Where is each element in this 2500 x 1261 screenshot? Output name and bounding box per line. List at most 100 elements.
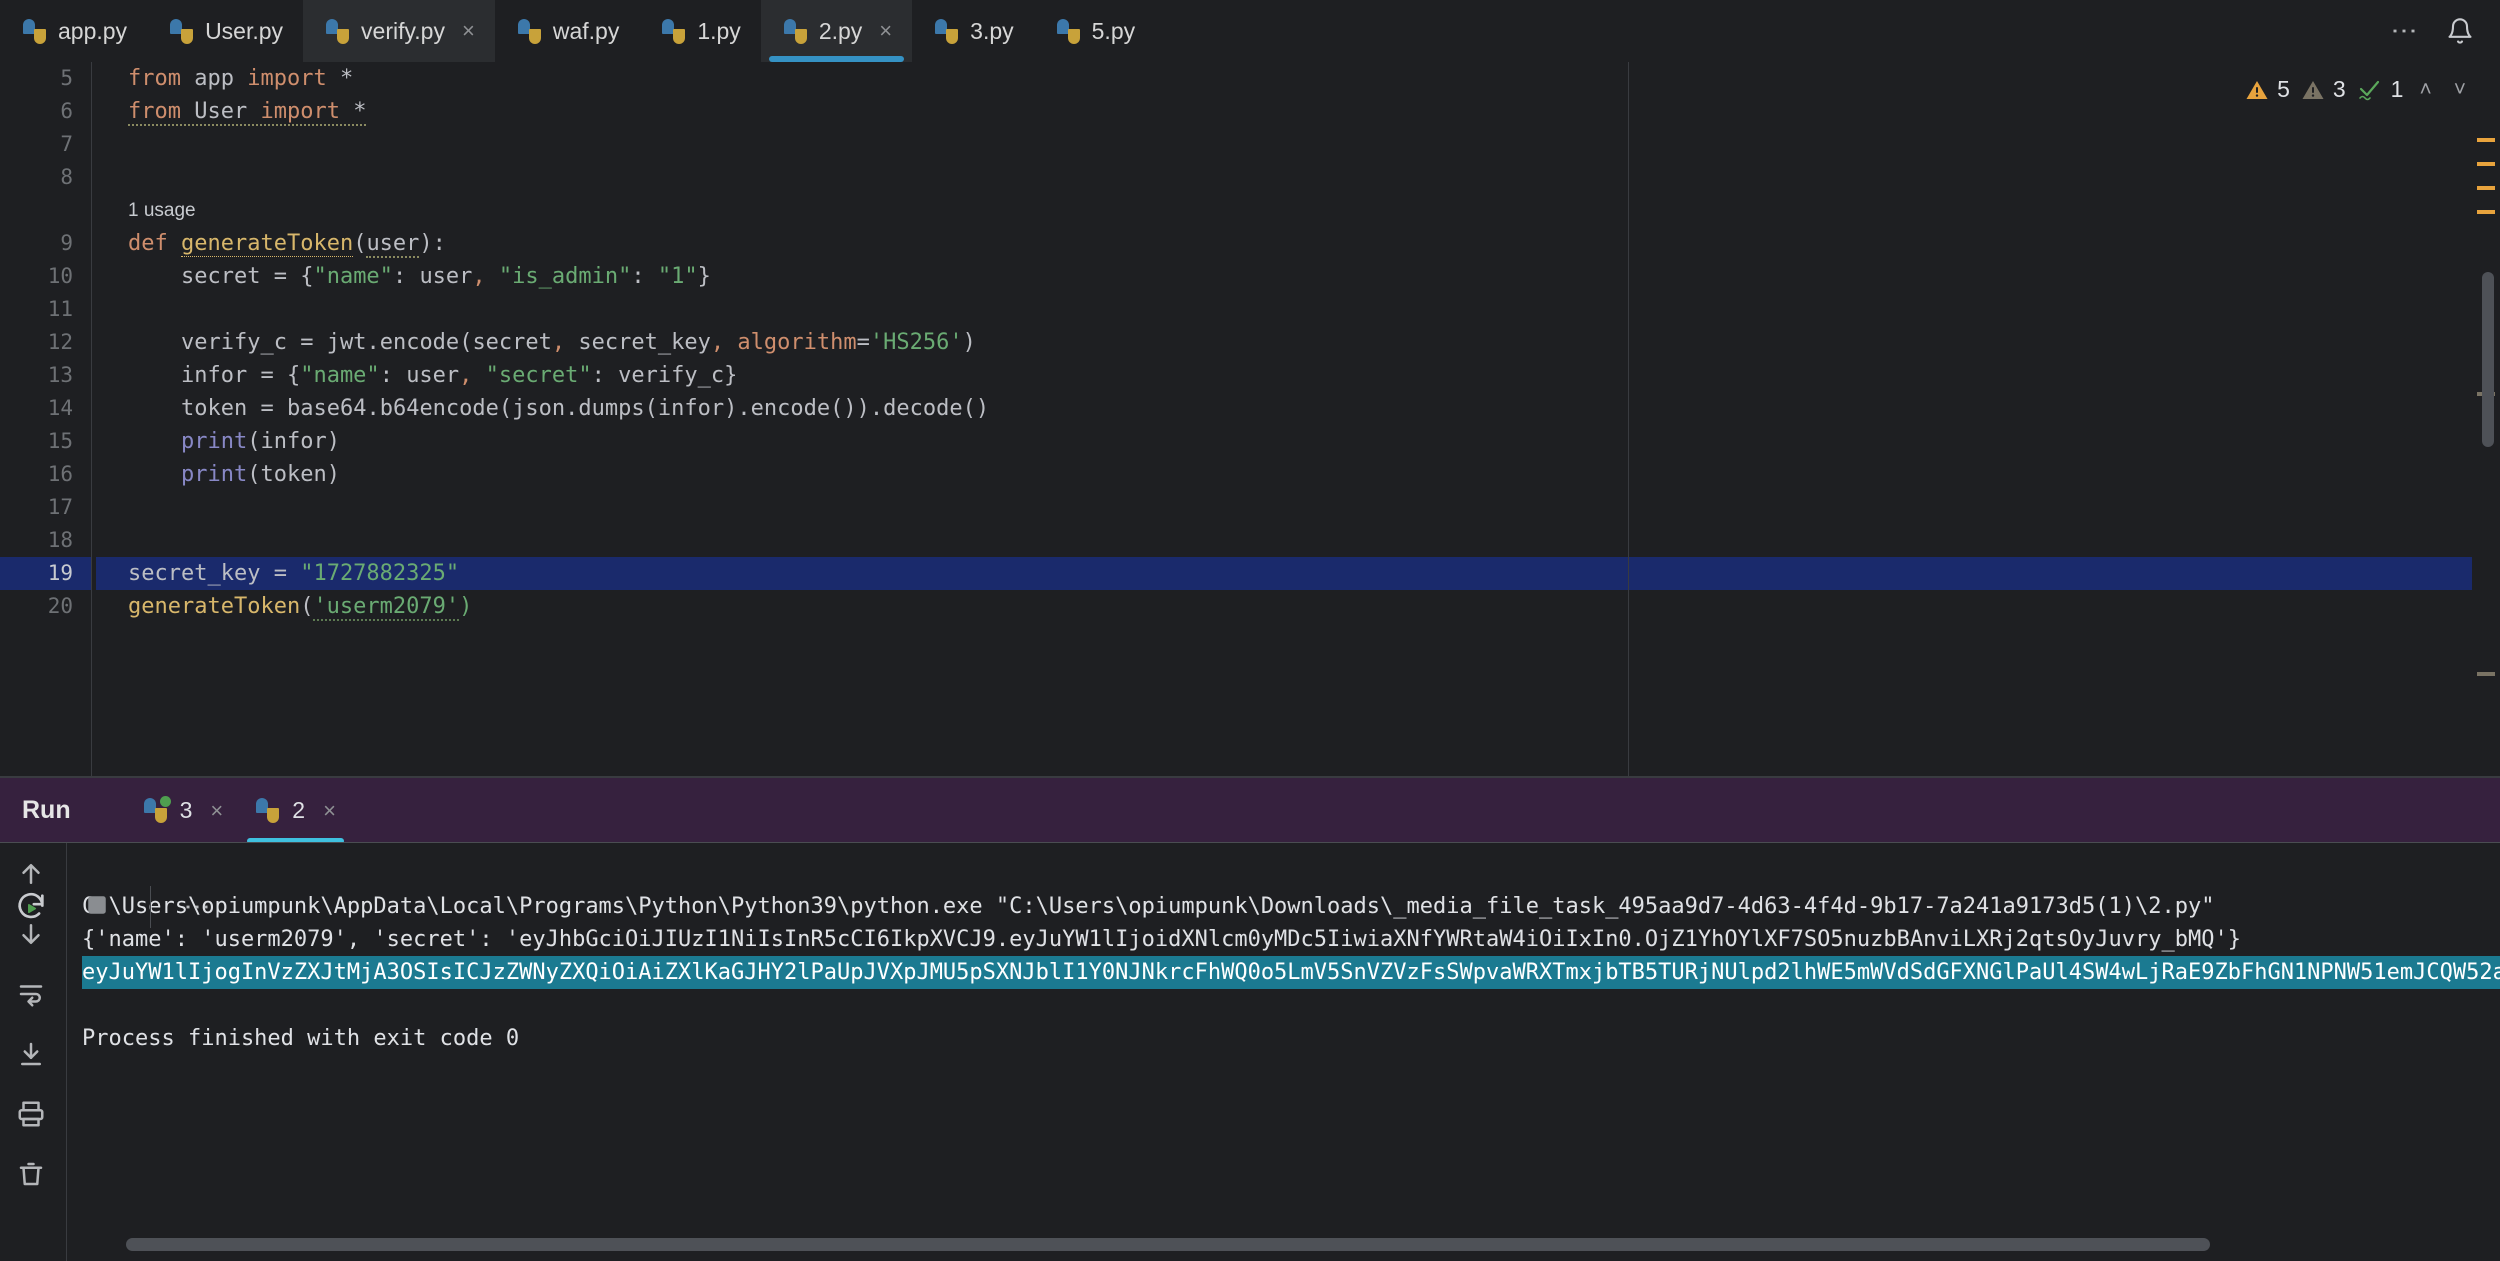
gutter-spacer <box>0 194 91 227</box>
inspection-widget[interactable]: 5 3 1 ˄ ˅ <box>2244 76 2472 103</box>
clear-all-button[interactable] <box>16 1159 50 1193</box>
code-line-16[interactable]: print(token) <box>96 458 2500 491</box>
line-number: 14 <box>47 396 73 420</box>
editor-tab-verify-py[interactable]: verify.py × <box>303 0 495 62</box>
run-tool-window-header: Run 3 × 2 × <box>0 777 2500 844</box>
stop-button[interactable] <box>82 890 116 924</box>
close-icon[interactable]: × <box>323 798 336 824</box>
stripe-marker[interactable] <box>2477 210 2495 214</box>
code-line-14[interactable]: token = base64.b64encode(json.dumps(info… <box>96 392 2500 425</box>
editor-tab-bar: app.py User.py verify.py × waf.py 1.py 2… <box>0 0 2500 62</box>
python-file-icon <box>517 18 542 44</box>
editor-tab-1-py[interactable]: 1.py <box>639 0 760 62</box>
error-stripe[interactable] <box>2472 62 2500 777</box>
stripe-marker[interactable] <box>2477 186 2495 190</box>
line-number: 18 <box>47 528 73 552</box>
close-icon[interactable]: × <box>879 18 892 44</box>
python-file-icon <box>783 18 808 44</box>
editor-scrollbar-thumb[interactable] <box>2482 272 2494 447</box>
line-number-selected: 19 <box>0 557 91 590</box>
more-actions-icon[interactable]: ⋮ <box>2390 18 2420 44</box>
line-number: 11 <box>47 297 73 321</box>
close-icon[interactable]: × <box>210 798 223 824</box>
python-file-icon <box>325 18 350 44</box>
editor-tab-label: 1.py <box>697 17 741 44</box>
line-number: 8 <box>60 165 73 189</box>
console-token-line-selected[interactable]: eyJuYW1lIjogInVzZXJtMjA3OSIsICJzZWNyZXQi… <box>82 956 2500 989</box>
editor-tab-label: 2.py <box>818 17 863 44</box>
code-line-20[interactable]: generateToken('userm2079') <box>96 590 2500 623</box>
code-line-12[interactable]: verify_c = jwt.encode(secret, secret_key… <box>96 326 2500 359</box>
code-line-7[interactable] <box>96 128 2500 161</box>
code-line-13[interactable]: infor = {"name": user, "secret": verify_… <box>96 359 2500 392</box>
warning-count[interactable]: 5 <box>2244 76 2290 103</box>
scroll-to-end-button[interactable] <box>16 1039 50 1073</box>
weak-warning-count-label: 3 <box>2332 76 2346 102</box>
code-editor[interactable]: 5 6 7 8 9 10 11 12 13 14 15 16 17 18 19 … <box>0 62 2500 777</box>
print-button[interactable] <box>16 1099 50 1133</box>
python-file-icon <box>22 18 47 44</box>
tab-bar-actions: ⋮ <box>2390 0 2500 62</box>
line-number: 13 <box>47 363 73 387</box>
toolbar-separator <box>150 886 151 928</box>
rerun-button[interactable] <box>14 890 48 924</box>
line-number: 6 <box>60 99 73 123</box>
code-line-6[interactable]: from User import * <box>96 95 2500 128</box>
line-number: 10 <box>47 264 73 288</box>
bell-icon[interactable] <box>2446 16 2474 46</box>
chevron-down-icon[interactable]: ˅ <box>2448 78 2472 102</box>
stripe-marker[interactable] <box>2477 162 2495 166</box>
line-number: 7 <box>60 132 73 156</box>
python-icon <box>255 798 280 823</box>
line-number: 9 <box>60 231 73 255</box>
run-tab-2[interactable]: 2 × <box>239 778 352 844</box>
code-line-18[interactable] <box>96 524 2500 557</box>
weak-warning-count[interactable]: 3 <box>2300 76 2346 103</box>
run-tool-window-title: Run <box>22 796 71 824</box>
editor-tab-label: app.py <box>58 17 128 44</box>
pycharm-window: app.py User.py verify.py × waf.py 1.py 2… <box>0 0 2500 1261</box>
line-number: 15 <box>47 429 73 453</box>
code-line-17[interactable] <box>96 491 2500 524</box>
editor-tab-3-py[interactable]: 3.py <box>912 0 1033 62</box>
stripe-marker[interactable] <box>2477 138 2495 142</box>
weak-warning-triangle-icon <box>2302 80 2324 99</box>
run-tab-3[interactable]: 3 × <box>127 778 240 844</box>
chevron-up-icon[interactable]: ˄ <box>2413 78 2437 102</box>
typo-count-label: 1 <box>2390 76 2404 102</box>
code-line-10[interactable]: secret = {"name": user, "is_admin": "1"} <box>96 260 2500 293</box>
code-line-15[interactable]: print(infor) <box>96 425 2500 458</box>
editor-tab-label: 5.py <box>1091 17 1136 44</box>
console-run-controls: ⋮ <box>0 878 2500 936</box>
console-horizontal-scrollbar[interactable] <box>126 1238 2210 1251</box>
inlay-hint-usages[interactable]: 1 usage <box>96 194 2500 227</box>
close-icon[interactable]: × <box>462 18 475 44</box>
line-number: 5 <box>60 66 73 90</box>
code-line-9[interactable]: def generateToken(user): <box>96 227 2500 260</box>
line-number: 20 <box>47 594 73 618</box>
typo-count[interactable]: 1 <box>2356 76 2404 103</box>
editor-tab-label: 3.py <box>970 17 1014 44</box>
stripe-marker[interactable] <box>2477 672 2495 676</box>
line-number: 17 <box>47 495 73 519</box>
console-exit-line: Process finished with exit code 0 <box>82 1026 520 1051</box>
editor-tab-2-py[interactable]: 2.py × <box>760 0 913 62</box>
soft-wrap-button[interactable] <box>16 979 50 1013</box>
code-line-19[interactable]: secret_key = "1727882325" <box>96 557 2500 590</box>
editor-tab-label: User.py <box>205 17 284 44</box>
line-number: 16 <box>47 462 73 486</box>
python-file-icon <box>169 18 194 44</box>
editor-tab-waf-py[interactable]: waf.py <box>495 0 639 62</box>
code-line-8[interactable] <box>96 161 2500 194</box>
console-more-options-icon[interactable]: ⋮ <box>183 894 213 920</box>
code-content[interactable]: from app import * from User import * 1 u… <box>92 62 2500 777</box>
python-file-icon <box>661 18 686 44</box>
editor-tab-user-py[interactable]: User.py <box>147 0 303 62</box>
warning-triangle-icon <box>2246 80 2268 99</box>
editor-tab-5-py[interactable]: 5.py <box>1034 0 1155 62</box>
python-file-icon <box>1056 18 1081 44</box>
code-line-11[interactable] <box>96 293 2500 326</box>
code-line-5[interactable]: from app import * <box>96 62 2500 95</box>
warning-count-label: 5 <box>2277 76 2290 102</box>
editor-tab-app-py[interactable]: app.py <box>0 0 147 62</box>
